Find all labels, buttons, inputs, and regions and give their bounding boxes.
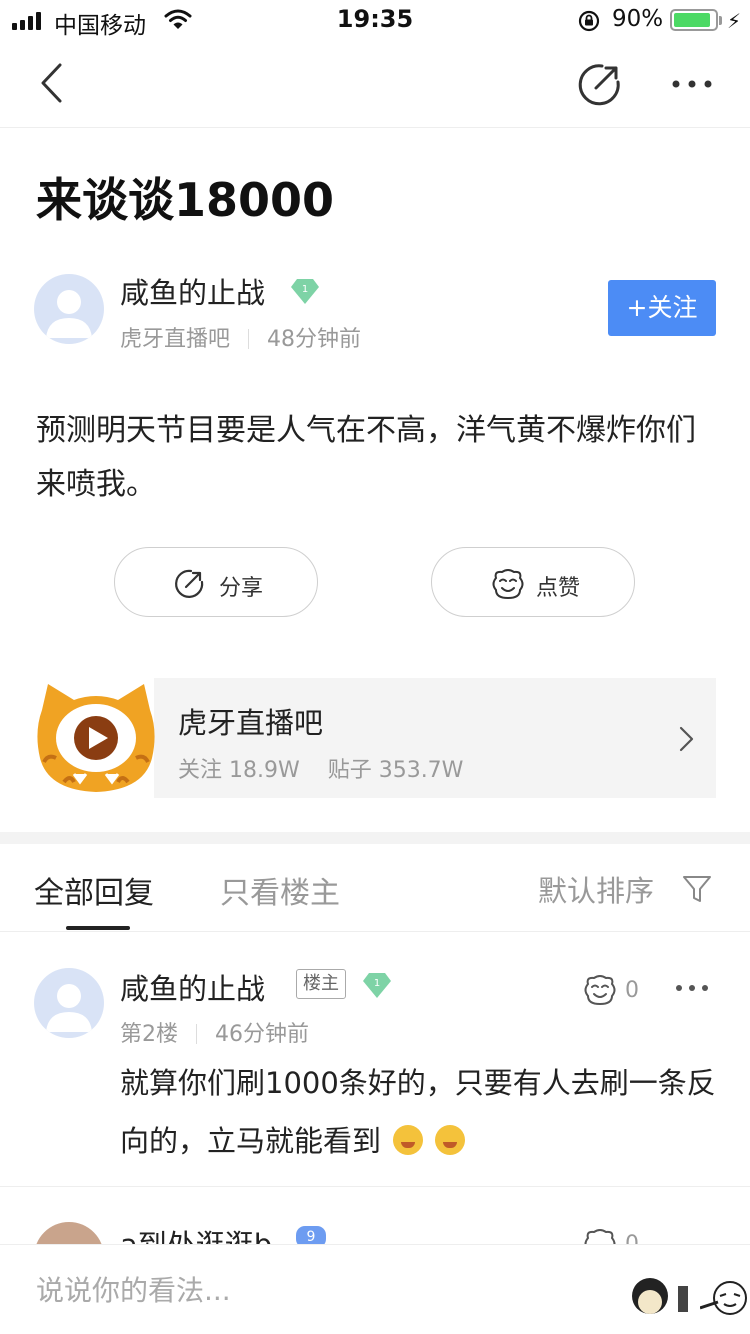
sticker-icon[interactable] [628,1258,690,1334]
share-icon [175,569,204,598]
floor-number: 第2楼 [120,1022,178,1047]
share-button[interactable]: 分享 [114,547,318,617]
active-tab-indicator [66,926,130,930]
laugh-emoji-icon [435,1125,466,1155]
share-icon[interactable] [576,60,624,108]
section-divider [0,832,750,844]
follow-button[interactable]: +关注 [608,280,716,336]
reply-time: 46分钟前 [215,1022,309,1047]
comment-input[interactable] [0,1245,610,1334]
like-face-icon [492,569,524,600]
more-icon[interactable] [674,978,710,998]
post-time: 48分钟前 [267,327,362,352]
more-icon[interactable] [668,60,716,108]
battery-percent: 90% [612,6,664,32]
author-avatar[interactable] [34,274,104,344]
reply-avatar[interactable] [34,968,104,1038]
like-count: 0 [625,978,639,1003]
battery-icon [670,9,718,31]
op-badge: 楼主 [296,969,346,999]
author-name[interactable]: 咸鱼的止战 [120,270,265,312]
like-label: 点赞 [536,576,581,601]
status-bar: 中国移动 19:35 90% ⚡ [0,0,750,40]
post-content: 预测明天节目要是人气在不高，洋气黄不爆炸你们来喷我。 [36,413,696,502]
laugh-emoji-icon [393,1125,424,1155]
level-gem-icon: 1 [363,973,391,998]
rotation-lock-icon [578,10,600,32]
share-label: 分享 [219,576,264,601]
like-face-icon[interactable] [582,974,618,1006]
tab-op-only[interactable]: 只看楼主 [220,868,340,912]
forum-link[interactable]: 虎牙直播吧 [120,327,230,352]
post-meta: 虎牙直播吧 48分钟前 [120,321,361,353]
charging-icon: ⚡ [727,9,742,33]
post-title: 来谈谈18000 [36,173,335,227]
forum-stats: 关注 18.9W 贴子 353.7W [178,758,464,783]
level-text: 1 [302,284,308,295]
reply-author[interactable]: 咸鱼的止战 [120,966,265,1008]
huya-tiger-logo [37,684,155,792]
reply-content: 就算你们刷1000条好的，只要有人去刷一条反向的，立马就能看到 [120,1054,720,1170]
sticker-icon[interactable] [700,1258,750,1334]
tab-all-replies[interactable]: 全部回复 [34,868,154,912]
like-button[interactable]: 点赞 [431,547,635,617]
nav-bar [0,40,750,128]
forum-name: 虎牙直播吧 [178,706,324,740]
sort-dropdown[interactable]: 默认排序 [538,868,654,910]
chevron-right-icon [679,726,694,752]
level-text: 1 [374,978,380,989]
reply-meta: 第2楼 46分钟前 [120,1016,309,1048]
back-icon[interactable] [30,60,76,106]
filter-icon[interactable] [682,874,712,904]
level-gem-icon: 1 [291,279,319,304]
